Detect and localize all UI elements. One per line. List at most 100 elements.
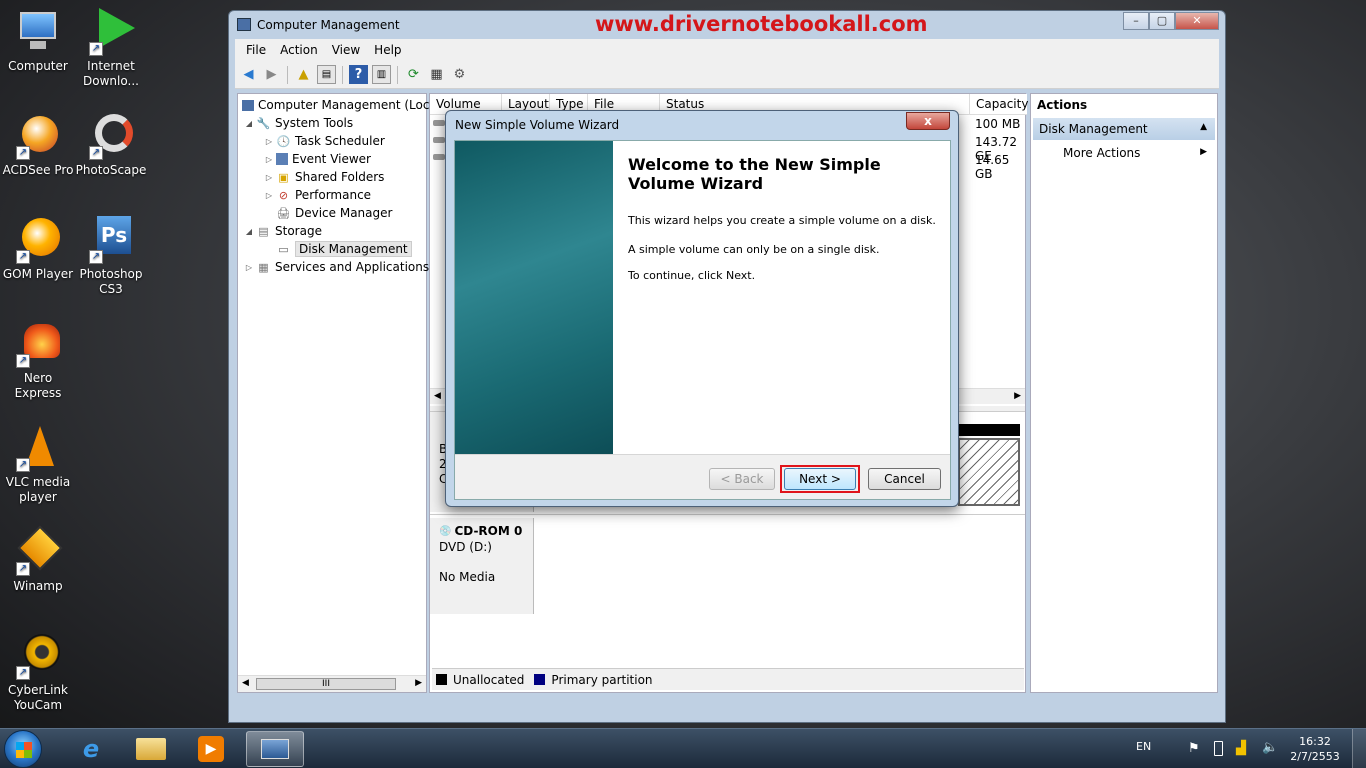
desktop-icon-youcam[interactable]: ↗ CyberLink YouCam	[0, 632, 76, 713]
language-indicator[interactable]: EN	[1136, 740, 1151, 753]
desktop-icon-computer[interactable]: Computer	[0, 8, 76, 74]
tree-item-device-manager[interactable]: 🖨 Device Manager	[274, 204, 393, 222]
cancel-button[interactable]: Cancel	[868, 468, 941, 490]
tree-item-storage[interactable]: ◢ ▤ Storage	[244, 222, 322, 240]
expanded-triangle-icon[interactable]: ◢	[244, 227, 254, 236]
watermark-text: www.drivernotebookall.com	[595, 12, 928, 36]
wizard-paragraph-1: This wizard helps you create a simple vo…	[628, 214, 936, 227]
collapsed-triangle-icon[interactable]: ▷	[264, 137, 274, 146]
scroll-right-icon[interactable]: ▶	[1014, 391, 1021, 401]
back-arrow-icon[interactable]: ◀	[239, 65, 258, 84]
computer-icon	[14, 8, 62, 56]
tree-item-label: Storage	[275, 224, 322, 238]
wizard-body: Welcome to the New Simple Volume Wizard …	[454, 140, 951, 500]
collapsed-triangle-icon[interactable]: ▷	[264, 191, 274, 200]
collapse-up-icon[interactable]: ▲	[1200, 122, 1207, 132]
tree-item-system-tools[interactable]: ◢ 🔧 System Tools	[244, 114, 353, 132]
start-button[interactable]	[4, 730, 42, 768]
clock[interactable]: 16:32 2/7/2553	[1290, 734, 1340, 764]
desktop-icon-vlc[interactable]: ↗ VLC media player	[0, 424, 76, 505]
battery-icon[interactable]	[1214, 741, 1223, 756]
computer-management-icon	[261, 739, 289, 759]
desktop-icon-photoshop[interactable]: Ps ↗ Photoshop CS3	[73, 216, 149, 297]
desktop-icon-internet-download[interactable]: ↗ Internet Downlo...	[73, 8, 149, 89]
volume-icon[interactable]: 🔈	[1262, 740, 1278, 755]
dialog-close-button[interactable]: x	[906, 112, 950, 130]
show-desktop-button[interactable]	[1352, 729, 1366, 768]
tree-item-label: Computer Management (Local	[258, 98, 441, 112]
taskbar-media-player[interactable]: ▶	[182, 731, 240, 767]
up-folder-icon[interactable]: ▲	[294, 65, 313, 84]
tree-item-task-scheduler[interactable]: ▷ 🕓 Task Scheduler	[264, 132, 385, 150]
windows-logo-icon	[16, 742, 32, 758]
menu-help[interactable]: Help	[367, 43, 408, 57]
cdrom-label-panel[interactable]: 💿 CD-ROM 0 DVD (D:) No Media	[430, 518, 534, 614]
taskbar-internet-explorer[interactable]: e	[62, 731, 120, 767]
help-icon[interactable]: ?	[349, 65, 368, 84]
collapsed-triangle-icon[interactable]: ▷	[264, 173, 274, 182]
scroll-left-icon[interactable]: ◀	[242, 678, 249, 688]
tree-item-shared-folders[interactable]: ▷ ▣ Shared Folders	[264, 168, 384, 186]
dialog-title: New Simple Volume Wizard	[455, 118, 620, 132]
wizard-heading-line1: Welcome to the New Simple	[628, 155, 881, 174]
maximize-button[interactable]: ▢	[1149, 12, 1175, 30]
tree-item-label: System Tools	[275, 116, 354, 130]
wizard-heading-line2: Volume Wizard	[628, 174, 764, 193]
properties-icon[interactable]: ▦	[427, 65, 446, 84]
computer-management-icon	[237, 18, 251, 31]
minimize-button[interactable]: –	[1123, 12, 1149, 30]
disk-legend: Unallocated Primary partition	[432, 668, 1024, 690]
menu-file[interactable]: File	[239, 43, 273, 57]
more-actions-item[interactable]: More Actions ▶	[1033, 144, 1215, 164]
network-icon[interactable]: ▟	[1236, 741, 1246, 756]
computer-management-icon	[242, 99, 254, 111]
desktop-icon-label: GOM Player	[2, 267, 74, 281]
photoshop-icon: Ps ↗	[87, 216, 135, 264]
tree-item-event-viewer[interactable]: ▷ Event Viewer	[264, 150, 371, 168]
column-header-capacity[interactable]: Capacity	[970, 94, 1028, 114]
window-titlebar[interactable]: Computer Management www.drivernotebookal…	[229, 11, 1225, 39]
collapsed-triangle-icon[interactable]: ▷	[244, 263, 254, 272]
settings-icon[interactable]: ⚙	[450, 65, 469, 84]
nero-icon: ↗	[14, 320, 62, 368]
forward-arrow-icon[interactable]: ▶	[262, 65, 281, 84]
actions-section-disk-management[interactable]: Disk Management ▲	[1033, 118, 1215, 140]
shared-folder-icon: ▣	[278, 170, 289, 184]
scroll-right-icon[interactable]: ▶	[415, 678, 422, 688]
menu-action[interactable]: Action	[273, 43, 325, 57]
back-button[interactable]: < Back	[709, 468, 775, 490]
close-button[interactable]: ✕	[1175, 12, 1219, 30]
desktop-icon-acdsee[interactable]: ↗ ACDSee Pro	[0, 112, 76, 178]
collapsed-triangle-icon[interactable]: ▷	[264, 155, 274, 164]
tree-item-performance[interactable]: ▷ ⊘ Performance	[264, 186, 371, 204]
scroll-left-icon[interactable]: ◀	[434, 391, 441, 401]
tree-item-services[interactable]: ▷ ▦ Services and Applications	[244, 258, 429, 276]
new-simple-volume-wizard-dialog: New Simple Volume Wizard x Welcome to th…	[445, 110, 959, 507]
flag-icon[interactable]: ⚑	[1188, 741, 1200, 756]
desktop-icon-photoscape[interactable]: ↗ PhotoScape	[73, 112, 149, 178]
tree-item-disk-management[interactable]: ▭ Disk Management	[274, 240, 412, 258]
show-hide-tree-icon[interactable]: ▤	[317, 65, 336, 84]
next-button[interactable]: Next >	[784, 468, 856, 490]
taskbar-explorer[interactable]	[122, 731, 180, 767]
capacity-cell: 14.65 GB	[975, 153, 1010, 181]
show-hide-action-pane-icon[interactable]: ▥	[372, 65, 391, 84]
toolbar-separator	[342, 65, 343, 84]
desktop-icon-nero[interactable]: ↗ Nero Express	[0, 320, 76, 401]
desktop-icon-gom-player[interactable]: ↗ GOM Player	[0, 216, 76, 282]
tree-horizontal-scrollbar[interactable]: ◀ III ▶	[238, 675, 426, 692]
menu-bar: File Action View Help	[235, 39, 1219, 61]
taskbar-computer-management[interactable]	[246, 731, 304, 767]
actions-pane: Actions Disk Management ▲ More Actions ▶	[1030, 93, 1218, 693]
tree-item-root[interactable]: Computer Management (Local	[240, 96, 440, 114]
scroll-thumb[interactable]: III	[256, 678, 396, 690]
performance-icon: ⊘	[278, 188, 289, 202]
menu-view[interactable]: View	[325, 43, 367, 57]
disk0-unallocated-partition[interactable]	[958, 438, 1020, 506]
refresh-icon[interactable]: ⟳	[404, 65, 423, 84]
desktop-icon-winamp[interactable]: ↗ Winamp	[0, 525, 76, 594]
expanded-triangle-icon[interactable]: ◢	[244, 119, 254, 128]
clock-time: 16:32	[1299, 735, 1331, 748]
disk0-header-bar	[958, 424, 1020, 436]
submenu-arrow-icon: ▶	[1200, 147, 1207, 157]
